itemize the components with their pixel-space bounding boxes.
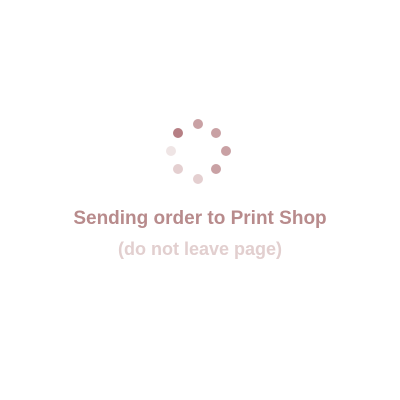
spinner-dot-left [166, 146, 176, 156]
spinner-dot-top-left [173, 128, 183, 138]
loading-screen: Sending order to Print Shop (do not leav… [0, 0, 400, 400]
spinner-dot-bottom-right [211, 164, 221, 174]
sending-order-message: Sending order to Print Shop [73, 208, 327, 229]
spinner-dot-top-right [211, 128, 221, 138]
loading-spinner-icon [0, 0, 400, 400]
do-not-leave-warning: (do not leave page) [117, 239, 283, 259]
spinner-dot-top [193, 119, 203, 129]
spinner-dot-bottom-left [173, 164, 183, 174]
spinner-dot-right [221, 146, 231, 156]
spinner-dot-bottom [193, 174, 203, 184]
